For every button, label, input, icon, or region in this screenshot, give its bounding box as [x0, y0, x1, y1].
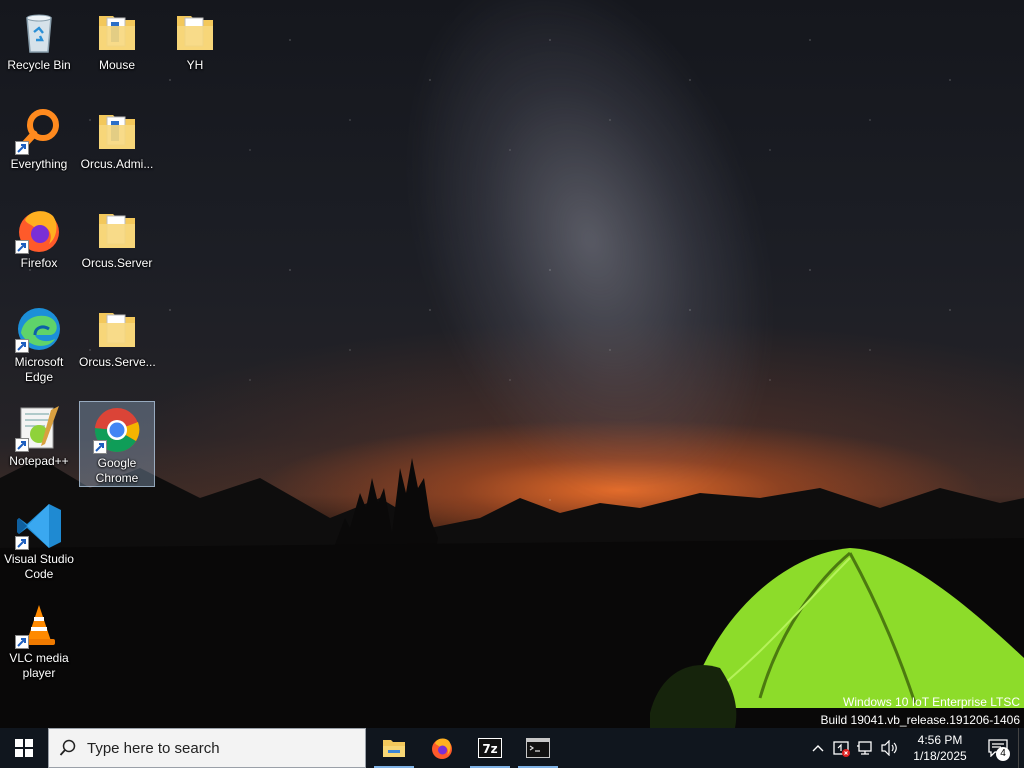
icon-label: Visual Studio Code [4, 552, 74, 581]
file-explorer-icon [383, 740, 405, 757]
icon-label: Notepad++ [9, 454, 69, 468]
taskbar-clock[interactable]: 4:56 PM 1/18/2025 [902, 732, 978, 764]
notification-count-badge: 4 [996, 747, 1010, 761]
desktop-icon-microsoft-edge[interactable]: Microsoft Edge [1, 301, 77, 387]
icon-label: Firefox [20, 256, 58, 270]
action-center-button[interactable]: 4 [978, 728, 1018, 768]
icon-label: YH [186, 58, 204, 72]
windows-security-alert-icon [833, 741, 850, 757]
tray-security-button[interactable] [830, 728, 854, 768]
desktop-icon-folder-orcus-admin[interactable]: Orcus.Admi... [79, 103, 155, 189]
shortcut-arrow-icon [15, 339, 29, 353]
clock-time: 4:56 PM [917, 733, 963, 747]
folder-icon [99, 115, 135, 149]
shortcut-arrow-icon [15, 438, 29, 452]
taskbar-app-firefox[interactable] [418, 728, 466, 768]
system-tray: 4:56 PM 1/18/2025 4 [806, 728, 1024, 768]
recycle-bin-icon [26, 14, 52, 53]
7zip-icon: 7z [478, 738, 502, 758]
desktop-icon-vlc[interactable]: VLC media player [1, 597, 77, 683]
desktop-icon-folder-mouse[interactable]: Mouse [79, 4, 155, 90]
shortcut-arrow-icon [15, 240, 29, 254]
desktop-icon-folder-yh[interactable]: YH [157, 4, 233, 90]
icon-label: Everything [10, 157, 68, 171]
taskbar-app-7zip[interactable]: 7z [466, 728, 514, 768]
shortcut-arrow-icon [15, 141, 29, 155]
desktop-icon-recycle-bin[interactable]: Recycle Bin [1, 4, 77, 90]
taskbar-app-command-prompt[interactable] [514, 728, 562, 768]
icon-label: Google Chrome [95, 456, 139, 485]
svg-text:7z: 7z [482, 742, 497, 756]
desktop-icon-firefox[interactable]: Firefox [1, 202, 77, 288]
icon-label: Orcus.Serve... [79, 355, 155, 369]
shortcut-arrow-icon [15, 635, 29, 649]
start-button[interactable] [0, 728, 48, 768]
desktop-icon-notepadpp[interactable]: Notepad++ [1, 400, 77, 486]
desktop-icon-google-chrome[interactable]: Google Chrome [79, 401, 155, 487]
show-desktop-button[interactable] [1018, 728, 1024, 768]
network-icon [857, 741, 872, 755]
tray-network-button[interactable] [854, 728, 878, 768]
chevron-up-icon [812, 745, 824, 752]
terminal-icon [526, 738, 550, 758]
clock-date: 1/18/2025 [913, 749, 967, 763]
search-placeholder: Type here to search [87, 739, 220, 757]
shortcut-arrow-icon [15, 536, 29, 550]
folder-icon [99, 313, 135, 347]
firefox-icon [432, 738, 452, 759]
folder-icon [99, 214, 135, 248]
desktop-icon-vscode[interactable]: Visual Studio Code [1, 498, 77, 584]
search-icon [59, 739, 76, 756]
taskbar-app-file-explorer[interactable] [370, 728, 418, 768]
icon-label: Orcus.Admi... [80, 157, 154, 171]
icon-label: VLC media player [9, 651, 69, 680]
icon-label: Mouse [98, 58, 136, 72]
taskbar: Type here to search 7z 4:56 PM 1/18/2025… [0, 728, 1024, 768]
windows-logo-icon [15, 739, 33, 757]
icon-label: Recycle Bin [7, 58, 71, 72]
icon-label: Orcus.Server [81, 256, 153, 270]
windows-build-watermark: Build 19041.vb_release.191206-1406 [820, 713, 1021, 727]
icon-label: Microsoft Edge [14, 355, 64, 384]
desktop-icon-everything[interactable]: Everything [1, 103, 77, 189]
show-hidden-icons-button[interactable] [806, 728, 830, 768]
desktop-icon-folder-orcus-server[interactable]: Orcus.Server [79, 202, 155, 288]
shortcut-arrow-icon [93, 440, 107, 454]
folder-icon [177, 16, 213, 50]
windows-edition-watermark: Windows 10 IoT Enterprise LTSC [843, 695, 1020, 709]
mountain-silhouette [0, 458, 1024, 728]
folder-icon [99, 16, 135, 50]
tray-volume-button[interactable] [878, 728, 902, 768]
volume-icon [881, 740, 897, 756]
desktop-icon-folder-orcus-serve[interactable]: Orcus.Serve... [79, 301, 155, 387]
taskbar-search-box[interactable]: Type here to search [48, 728, 366, 768]
